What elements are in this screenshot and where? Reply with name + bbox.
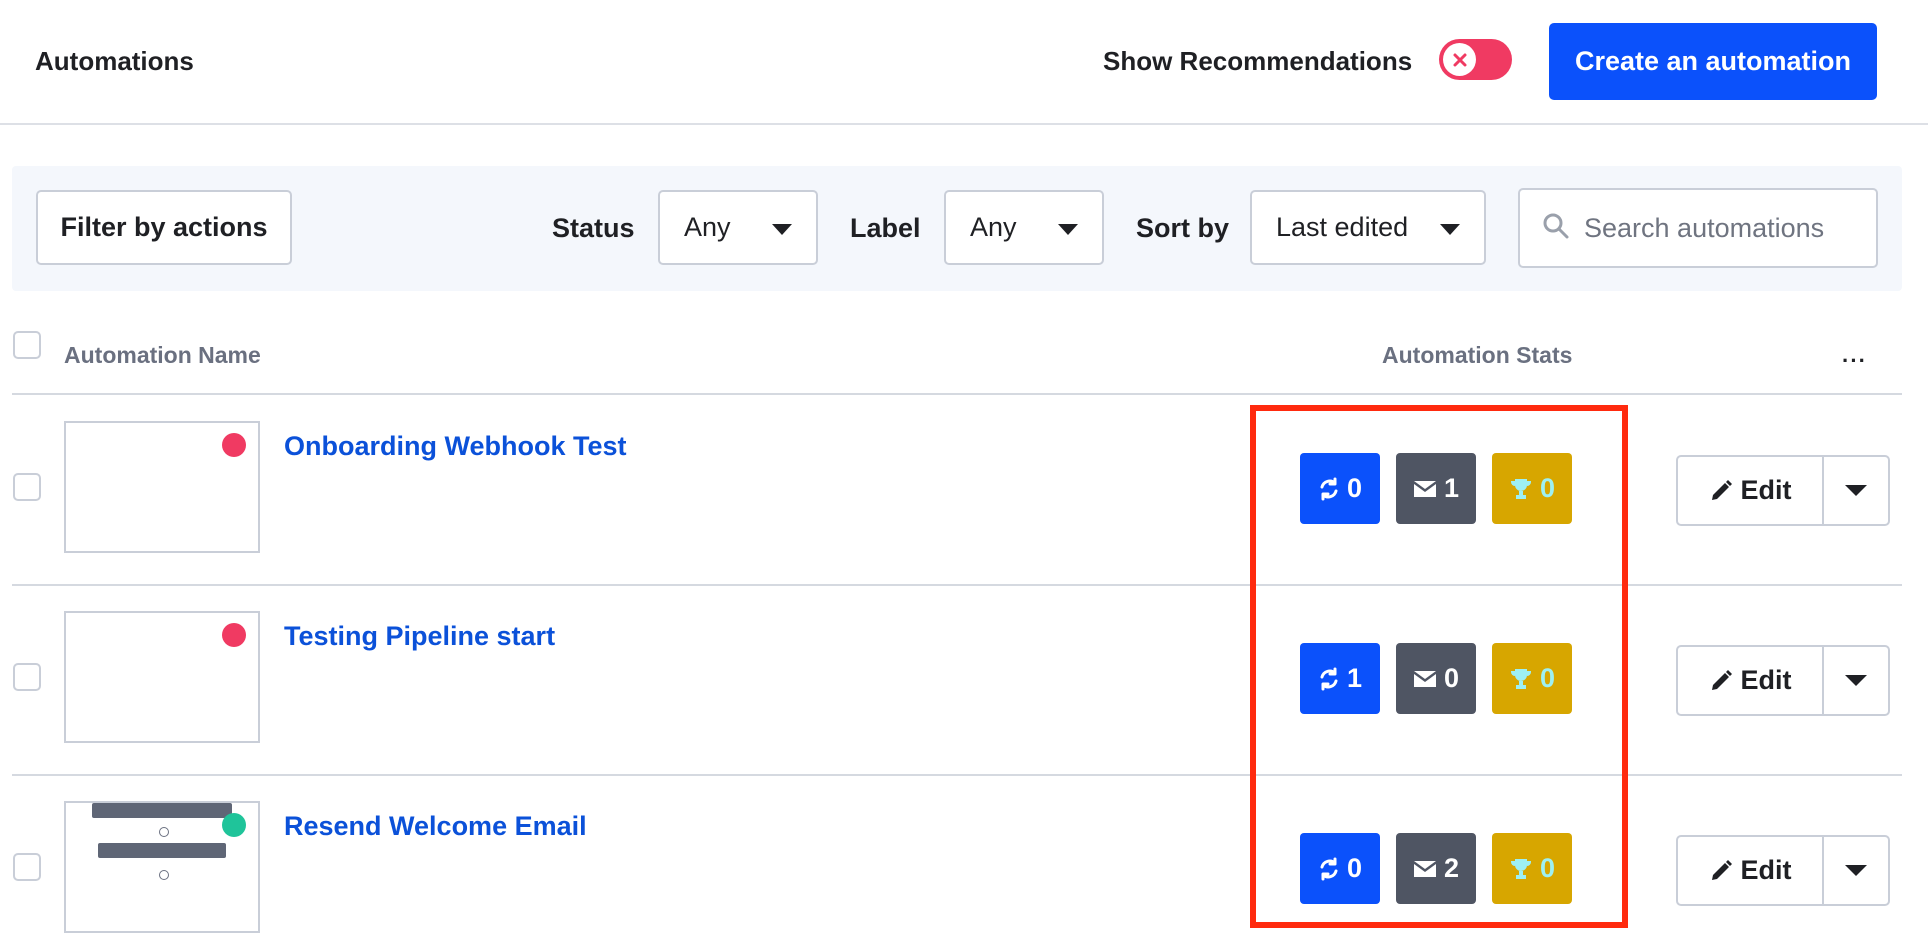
search-box xyxy=(1518,188,1878,268)
thumbnail-step xyxy=(98,843,226,858)
automation-thumbnail[interactable] xyxy=(64,421,260,553)
status-dot xyxy=(222,433,246,457)
edit-button-group: Edit xyxy=(1676,645,1890,716)
edit-button[interactable]: Edit xyxy=(1678,457,1824,524)
sort-select[interactable]: Last edited xyxy=(1250,190,1486,265)
table-header: Automation Name Automation Stats ··· xyxy=(12,325,1902,395)
edit-button[interactable]: Edit xyxy=(1678,837,1824,904)
toggle-knob xyxy=(1443,43,1476,76)
thumbnail-step xyxy=(92,803,232,818)
contacts-count: 1 xyxy=(1346,663,1363,693)
envelope-icon xyxy=(1413,480,1436,497)
close-icon xyxy=(1453,53,1466,66)
status-select[interactable]: Any xyxy=(658,190,818,265)
goals-stat-badge[interactable]: 0 xyxy=(1492,453,1572,524)
contacts-stat-badge[interactable]: 1 xyxy=(1300,643,1380,714)
edit-options-dropdown[interactable] xyxy=(1824,457,1888,524)
status-value: Any xyxy=(684,212,731,242)
sort-value: Last edited xyxy=(1276,212,1409,242)
sync-icon xyxy=(1320,667,1338,690)
goals-stat-badge[interactable]: 0 xyxy=(1492,833,1572,904)
contacts-stat-badge[interactable]: 0 xyxy=(1300,833,1380,904)
contacts-count: 0 xyxy=(1346,853,1363,883)
pencil-icon xyxy=(1711,859,1732,880)
label-select[interactable]: Any xyxy=(944,190,1104,265)
edit-button[interactable]: Edit xyxy=(1678,647,1824,714)
row-checkbox[interactable] xyxy=(13,853,41,881)
sort-label: Sort by xyxy=(1136,213,1230,243)
edit-options-dropdown[interactable] xyxy=(1824,647,1888,714)
trophy-icon xyxy=(1510,668,1531,689)
recommendations-toggle[interactable] xyxy=(1439,39,1512,80)
chevron-down-icon xyxy=(772,223,792,235)
caret-down-icon xyxy=(1845,485,1867,496)
goals-count: 0 xyxy=(1539,853,1556,883)
status-dot xyxy=(222,623,246,647)
edit-options-dropdown[interactable] xyxy=(1824,837,1888,904)
emails-count: 2 xyxy=(1443,853,1460,883)
edit-label: Edit xyxy=(1740,475,1792,505)
select-all-checkbox[interactable] xyxy=(13,331,41,359)
emails-stat-badge[interactable]: 0 xyxy=(1396,643,1476,714)
contacts-count: 0 xyxy=(1346,473,1363,503)
edit-label: Edit xyxy=(1740,665,1792,695)
contacts-stat-badge[interactable]: 0 xyxy=(1300,453,1380,524)
row-checkbox[interactable] xyxy=(13,473,41,501)
sync-icon xyxy=(1320,477,1338,500)
edit-button-group: Edit xyxy=(1676,835,1890,906)
thumbnail-plus-icon xyxy=(159,870,169,880)
automations-page: Automations Show Recommendations Create … xyxy=(0,0,1928,940)
pencil-icon xyxy=(1711,479,1732,500)
status-dot xyxy=(222,813,246,837)
chevron-down-icon xyxy=(1440,223,1460,235)
automation-name-link[interactable]: Onboarding Webhook Test xyxy=(284,431,627,462)
automation-thumbnail[interactable] xyxy=(64,611,260,743)
filter-by-actions-button[interactable]: Filter by actions xyxy=(36,190,292,265)
goals-count: 0 xyxy=(1539,473,1556,503)
row-checkbox[interactable] xyxy=(13,663,41,691)
label-label: Label xyxy=(850,213,921,243)
status-label: Status xyxy=(552,213,635,243)
goals-count: 0 xyxy=(1539,663,1556,693)
filter-bar: Filter by actions Status Any Label Any S… xyxy=(12,166,1902,291)
table-row: Resend Welcome Email 0 2 0 Edit xyxy=(12,776,1902,940)
emails-count: 1 xyxy=(1443,473,1460,503)
label-value: Any xyxy=(970,212,1017,242)
goals-stat-badge[interactable]: 0 xyxy=(1492,643,1572,714)
edit-label: Edit xyxy=(1740,855,1792,885)
table-row: Onboarding Webhook Test 0 1 0 Edit xyxy=(12,396,1902,586)
chevron-down-icon xyxy=(1058,223,1078,235)
automation-name-link[interactable]: Testing Pipeline start xyxy=(284,621,555,652)
column-automation-stats: Automation Stats xyxy=(1382,342,1573,368)
automation-thumbnail[interactable] xyxy=(64,801,260,933)
search-input[interactable] xyxy=(1584,212,1844,244)
pencil-icon xyxy=(1711,669,1732,690)
trophy-icon xyxy=(1510,858,1531,879)
sync-icon xyxy=(1320,857,1338,880)
automation-name-link[interactable]: Resend Welcome Email xyxy=(284,811,587,842)
edit-button-group: Edit xyxy=(1676,455,1890,526)
column-automation-name: Automation Name xyxy=(64,342,261,368)
envelope-icon xyxy=(1413,670,1436,687)
caret-down-icon xyxy=(1845,675,1867,686)
envelope-icon xyxy=(1413,860,1436,877)
table-row: Testing Pipeline start 1 0 0 Edit xyxy=(12,586,1902,776)
page-title: Automations xyxy=(35,46,194,76)
thumbnail-plus-icon xyxy=(159,827,169,837)
more-icon[interactable]: ··· xyxy=(1842,348,1867,374)
recommendations-label: Show Recommendations xyxy=(1103,46,1413,76)
search-icon xyxy=(1543,213,1569,239)
trophy-icon xyxy=(1510,478,1531,499)
emails-stat-badge[interactable]: 2 xyxy=(1396,833,1476,904)
page-header: Automations Show Recommendations Create … xyxy=(0,0,1928,125)
emails-stat-badge[interactable]: 1 xyxy=(1396,453,1476,524)
caret-down-icon xyxy=(1845,865,1867,876)
create-automation-button[interactable]: Create an automation xyxy=(1549,23,1877,100)
emails-count: 0 xyxy=(1443,663,1460,693)
